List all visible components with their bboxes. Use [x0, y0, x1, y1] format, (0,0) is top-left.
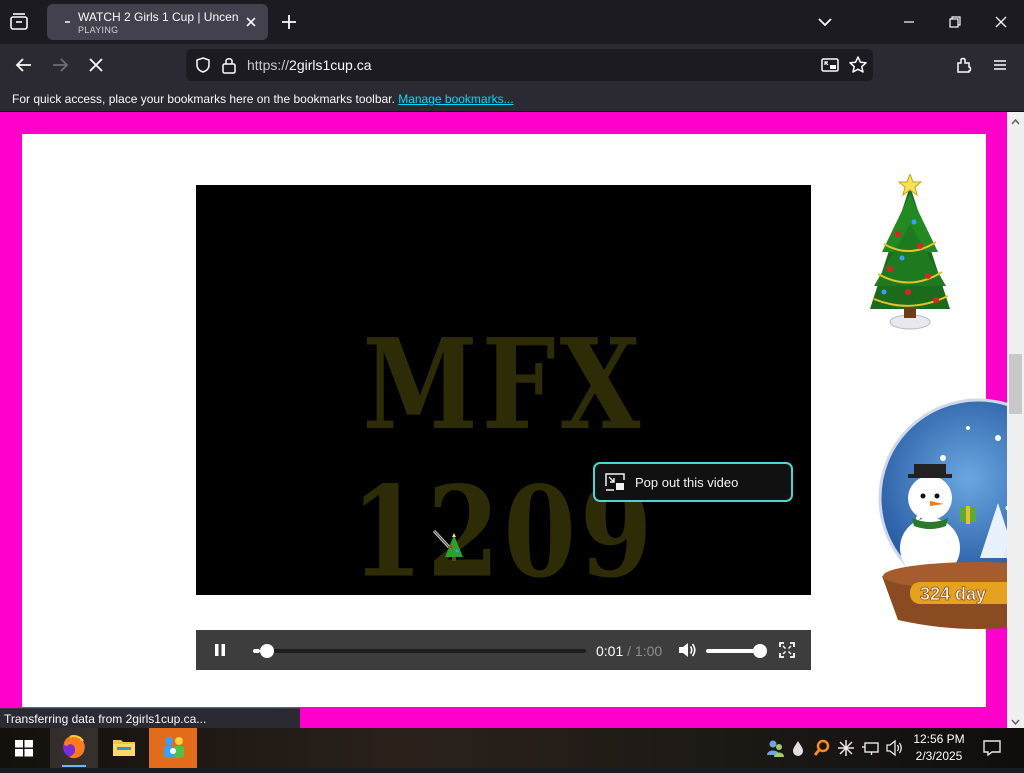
notification-icon[interactable] [982, 738, 1002, 758]
scroll-up-icon[interactable] [1010, 114, 1021, 125]
network-icon[interactable] [861, 738, 881, 758]
seek-progress [253, 649, 260, 653]
restore-icon[interactable] [946, 13, 964, 31]
tab-list-icon[interactable] [8, 12, 30, 32]
close-window-icon[interactable] [992, 13, 1010, 31]
firefox-icon[interactable] [50, 728, 98, 768]
system-clock[interactable]: 12:56 PM 2/3/2025 [905, 731, 973, 765]
countdown-label: 324 day [920, 584, 986, 604]
list-all-tabs-icon[interactable] [816, 14, 834, 30]
video-controls: 0:01 / 1:00 [196, 630, 811, 670]
fullscreen-icon[interactable] [779, 642, 795, 658]
volume-slider[interactable] [706, 644, 767, 658]
volume-icon[interactable] [677, 641, 697, 659]
clock-date: 2/3/2025 [915, 749, 963, 763]
pop-out-label: Pop out this video [635, 475, 739, 490]
pause-icon[interactable] [212, 642, 228, 658]
stop-loading-icon[interactable] [86, 55, 106, 75]
minimize-icon[interactable] [900, 14, 918, 30]
status-text: Transferring data from 2girls1cup.ca... [4, 712, 207, 726]
shield-icon[interactable] [194, 56, 212, 74]
manage-bookmarks-link[interactable]: Manage bookmarks... [398, 92, 513, 106]
tab-close-icon[interactable] [243, 14, 259, 30]
snow-globe-image: 324 day [848, 398, 1007, 648]
user-tray-icon[interactable] [766, 738, 784, 758]
droplet-tray-icon[interactable] [791, 739, 805, 757]
file-explorer-icon[interactable] [100, 728, 148, 768]
app-icon[interactable] [149, 728, 197, 768]
video-overlay-text: MFX 1209 [350, 310, 657, 595]
bookmarks-hint: For quick access, place your bookmarks h… [12, 92, 395, 106]
time-display: 0:01 / 1:00 [596, 643, 662, 659]
url-scheme: https:// [247, 57, 290, 73]
time-separator: / [627, 643, 632, 659]
url-text[interactable]: https://2girls1cup.ca [247, 57, 372, 73]
forward-icon[interactable] [50, 55, 70, 75]
scroll-down-icon[interactable] [1010, 714, 1021, 726]
seek-bar[interactable] [253, 644, 586, 658]
status-panel: Transferring data from 2girls1cup.ca... [0, 708, 300, 728]
back-icon[interactable] [14, 55, 34, 75]
current-time: 0:01 [596, 643, 624, 659]
clock-time: 12:56 PM [913, 732, 965, 746]
bookmarks-toolbar: For quick access, place your bookmarks h… [0, 86, 1024, 112]
network-spark-tray-icon[interactable] [837, 738, 855, 758]
taskbar: 12:56 PM 2/3/2025 [0, 728, 1024, 768]
volume-handle[interactable] [753, 644, 767, 658]
extensions-icon[interactable] [954, 55, 974, 75]
tab-title: WATCH 2 Girls 1 Cup | Uncensored [78, 10, 238, 24]
pop-out-video-button[interactable]: Pop out this video [593, 462, 793, 502]
scrollbar-thumb[interactable] [1009, 354, 1022, 414]
christmas-tree-image [858, 172, 962, 336]
video-player[interactable]: MFX 1209 Pop out this video [196, 185, 811, 595]
duration: 1:00 [634, 643, 663, 659]
volume-level [706, 649, 760, 653]
seek-handle[interactable] [259, 644, 274, 658]
christmas-tree-cursor-icon [431, 527, 467, 563]
url-bar[interactable]: https://2girls1cup.ca [186, 49, 873, 81]
pop-out-icon [604, 472, 626, 492]
menu-icon[interactable] [990, 55, 1010, 75]
bookmark-star-icon[interactable] [848, 55, 868, 75]
windows-start-icon[interactable] [0, 728, 48, 768]
navigation-toolbar: https://2girls1cup.ca [0, 44, 1024, 86]
lock-icon[interactable] [221, 56, 237, 74]
picture-in-picture-icon[interactable] [820, 56, 840, 74]
new-tab-icon[interactable] [280, 13, 298, 31]
page-scrollbar[interactable] [1007, 112, 1024, 728]
tab-playing-label: PLAYING [78, 25, 119, 35]
tab-strip: WATCH 2 Girls 1 Cup | Uncensored PLAYING [0, 0, 1024, 44]
bookmarks-message: For quick access, place your bookmarks h… [12, 92, 514, 106]
tab-audio-indicator-icon [65, 21, 70, 23]
url-host: 2girls1cup.ca [289, 57, 372, 73]
active-tab[interactable]: WATCH 2 Girls 1 Cup | Uncensored PLAYING [47, 4, 268, 40]
speaker-tray-icon[interactable] [885, 738, 905, 758]
search-tray-icon[interactable] [813, 738, 831, 758]
